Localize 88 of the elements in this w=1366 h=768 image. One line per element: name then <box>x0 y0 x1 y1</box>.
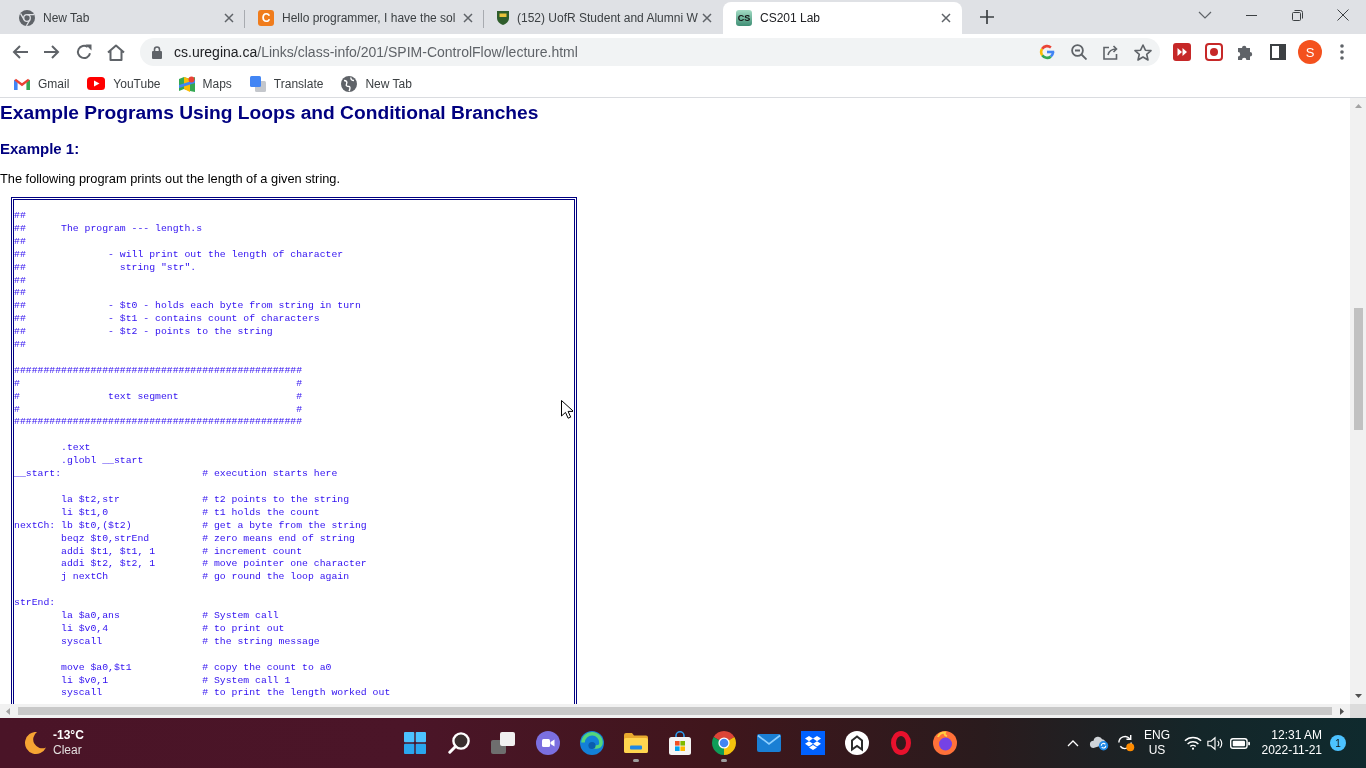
shopping-bag-icon[interactable] <box>669 731 692 755</box>
house-ring-icon[interactable] <box>844 731 869 755</box>
code-text: strEnd: la $a0,ans # System call li $v0,4 # to print out syscall # the string message <box>14 597 320 649</box>
bookmark[interactable]: YouTube <box>79 71 169 96</box>
code-text: ## ## The program --- length.s ## ## - will print out the length of character ## string "str". ## ## ## - $t0 - holds each byte from string in turn ## - $t1 - contains count of characters ## - $t2 - points to the string ## <box>14 210 361 352</box>
fast-forward-icon[interactable] <box>1173 43 1191 61</box>
folder-icon[interactable] <box>624 733 649 753</box>
aperture-icon <box>19 10 35 26</box>
running-indicator <box>721 759 728 762</box>
intro-text: The following program prints out the length of a given string. <box>0 172 342 186</box>
bookmark[interactable]: Translate <box>241 71 332 96</box>
horizontal-scrollbar[interactable] <box>0 704 1366 718</box>
code-text: la $t2,str # t2 points to the string li $t1,0 # t1 holds the count nextCh: lb $t0,($t2) # get a byte from the string beqz $t0,strEnd # zero means end of string addi $t1, $t1, 1 # increment count addi $t2, $t2, 1 # move pointer one character j nextCh # go round the loop again <box>14 493 367 585</box>
video-camera-icon[interactable] <box>535 731 560 755</box>
site-logo: CS <box>736 10 752 26</box>
video-play-icon <box>87 77 106 90</box>
input-language[interactable]: ENG <box>1144 728 1170 743</box>
bookmark[interactable]: Maps <box>170 71 240 96</box>
home-icon[interactable] <box>107 43 125 61</box>
vertical-scrollbar[interactable] <box>1350 98 1366 704</box>
sync-arrows-icon[interactable] <box>1115 734 1135 752</box>
close-icon[interactable] <box>224 13 234 23</box>
crescent-moon-icon[interactable] <box>24 732 46 754</box>
browser-tab[interactable]: (152) UofR Student and Alumni W <box>484 2 723 34</box>
wifi-icon[interactable] <box>1184 736 1202 750</box>
sphere-icon[interactable] <box>933 731 958 755</box>
weather-condition[interactable]: Clear <box>53 743 84 758</box>
minimize-icon[interactable] <box>1245 14 1257 16</box>
side-panel-icon[interactable] <box>1270 44 1286 60</box>
weather-temperature[interactable]: -13°C <box>53 728 84 743</box>
puzzle-piece-icon[interactable] <box>1237 43 1255 61</box>
translate-tiles-icon <box>249 75 266 92</box>
overlapping-windows-icon[interactable] <box>491 732 516 754</box>
crest-icon <box>497 11 509 25</box>
cloud-sync-icon[interactable] <box>1089 735 1109 751</box>
browser-tab[interactable]: C Hello programmer, I have the sol <box>245 2 484 34</box>
record-icon[interactable] <box>1205 43 1223 61</box>
speaker-icon[interactable] <box>1207 735 1223 751</box>
envelope-icon[interactable] <box>756 734 781 752</box>
example-heading: Example 1: <box>0 140 81 158</box>
code-text: .text .globl __start __start: # execution starts here <box>14 442 338 481</box>
bookmark[interactable]: Gmail <box>6 71 78 96</box>
reload-icon[interactable] <box>76 44 92 60</box>
map-pin-icon <box>178 75 195 92</box>
close-icon[interactable] <box>941 13 951 23</box>
browser-tab[interactable]: CS CS201 Lab <box>723 2 962 34</box>
lock-icon[interactable] <box>152 45 162 59</box>
back-arrow-icon[interactable] <box>12 45 28 59</box>
forward-arrow-icon[interactable] <box>44 45 60 59</box>
chevron-up-icon[interactable] <box>1067 739 1079 747</box>
code-text: ################################################# # # # text segment # # # ################################################# <box>14 364 303 430</box>
page-heading: Example Programs Using Loops and Conditional Branches <box>0 101 540 125</box>
tricolor-circle-icon[interactable] <box>712 731 737 755</box>
close-icon[interactable] <box>463 13 473 23</box>
input-region[interactable]: US <box>1148 743 1166 758</box>
menu-icon[interactable] <box>1340 44 1344 60</box>
search-icon[interactable] <box>448 732 471 754</box>
oval-ring-icon[interactable] <box>891 731 912 755</box>
google-g-icon[interactable] <box>1039 44 1055 60</box>
swirl-logo-icon[interactable] <box>579 731 604 755</box>
clock-date[interactable]: 2022-11-21 <box>1261 743 1322 758</box>
clock-time[interactable]: 12:31 AM <box>1271 728 1322 743</box>
scroll-down-arrow-icon[interactable] <box>1354 694 1362 698</box>
chevron-down-icon[interactable] <box>1198 11 1212 19</box>
bookmark[interactable]: New Tab <box>333 71 420 96</box>
running-indicator <box>633 759 640 762</box>
notification-count[interactable]: 1 <box>1330 735 1346 751</box>
globe-icon <box>341 75 358 92</box>
scroll-right-arrow-icon[interactable] <box>1340 707 1344 715</box>
zoom-out-icon[interactable] <box>1071 44 1087 60</box>
battery-icon[interactable] <box>1230 737 1250 749</box>
close-window-icon[interactable] <box>1337 9 1349 21</box>
address-bar[interactable]: cs.uregina.ca/Links/class-info/201/SPIM-ControlFlow/lecture.html <box>140 38 1160 66</box>
scrollbar-thumb[interactable] <box>18 707 1332 715</box>
diamond-tiles-icon[interactable] <box>800 731 825 755</box>
mail-m-icon <box>14 77 30 90</box>
browser-tab[interactable]: New Tab <box>6 2 245 34</box>
site-logo: C <box>258 10 274 26</box>
url-text[interactable]: cs.uregina.ca/Links/class-info/201/SPIM-ControlFlow/lecture.html <box>174 44 578 60</box>
four-squares-icon[interactable] <box>404 732 427 754</box>
plus-icon[interactable] <box>980 10 994 24</box>
star-icon[interactable] <box>1134 43 1152 61</box>
close-icon[interactable] <box>702 13 712 23</box>
scrollbar-thumb[interactable] <box>1353 308 1363 430</box>
code-text: move $a0,$t1 # copy the count to a0 li $v0,1 # System call 1 syscall # to print the length worked out <box>60 661 391 701</box>
share-icon[interactable] <box>1103 44 1119 60</box>
mouse-pointer-icon <box>561 400 573 419</box>
restore-icon[interactable] <box>1291 9 1303 21</box>
